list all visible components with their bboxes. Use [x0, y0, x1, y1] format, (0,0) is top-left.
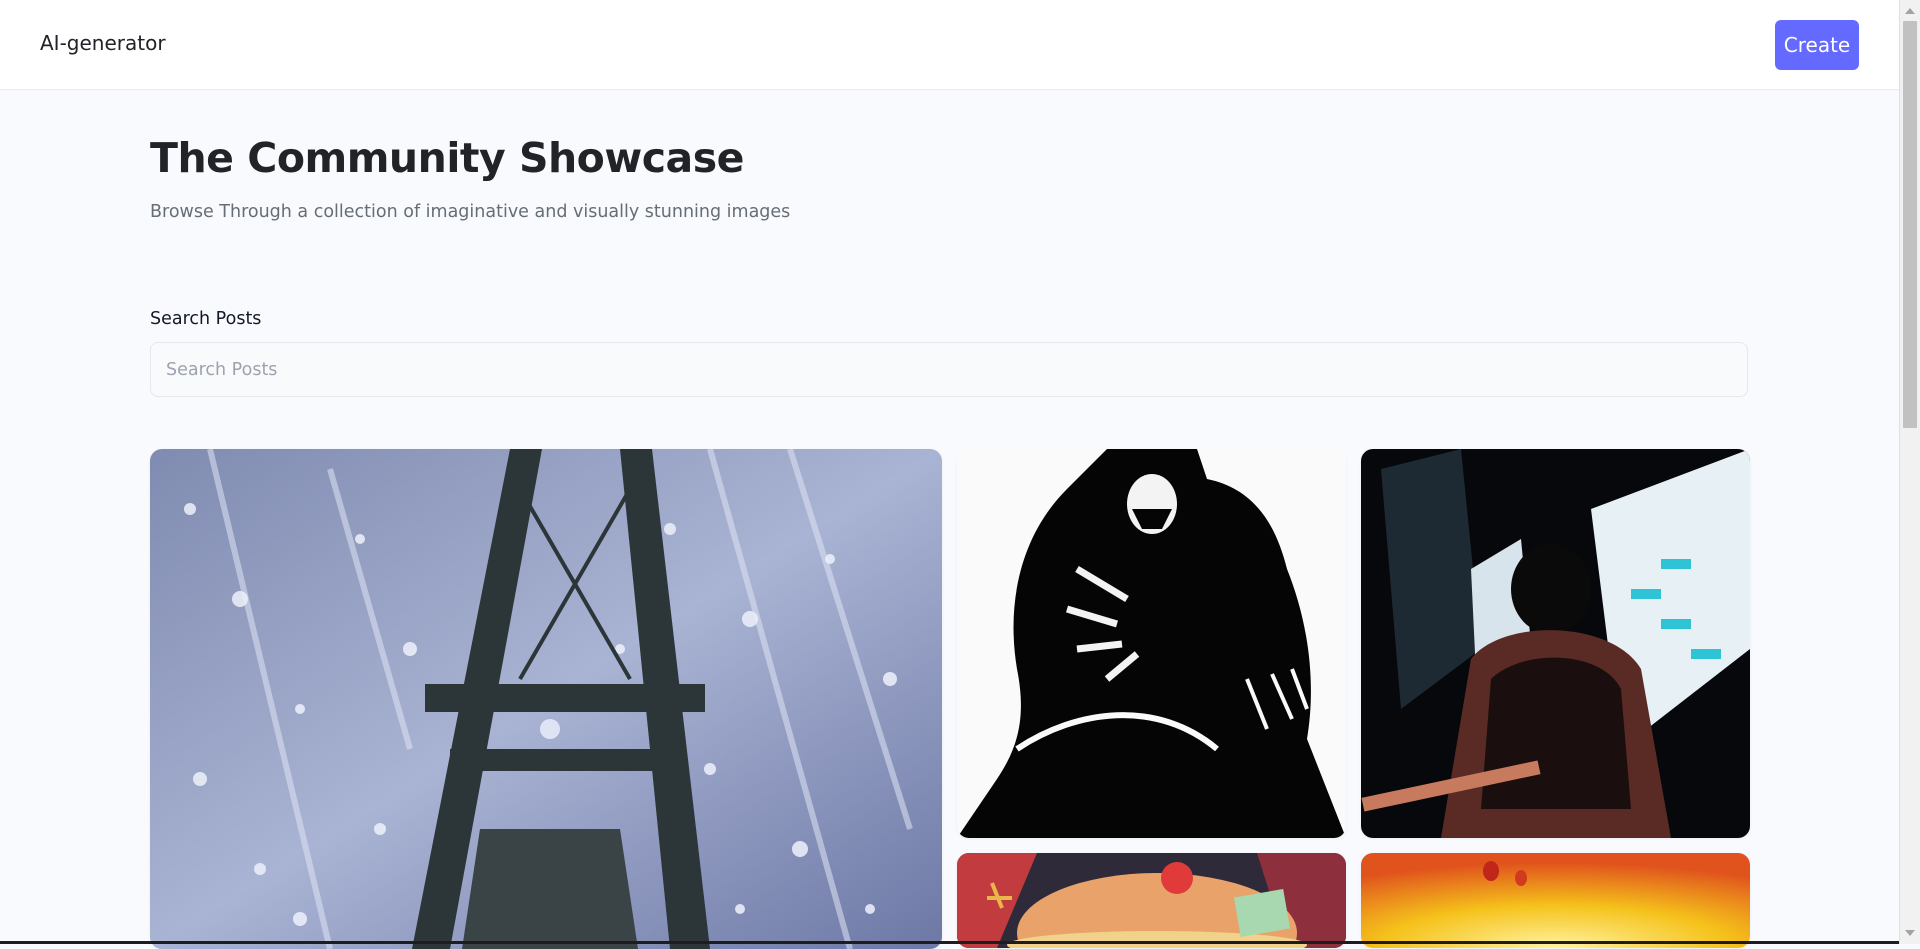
search-input[interactable]: [150, 342, 1748, 397]
gallery-image-tower: [150, 449, 942, 949]
top-navbar: AI-generator Create: [0, 0, 1899, 90]
logo[interactable]: AI-generator: [40, 31, 166, 55]
scroll-down-arrow-icon[interactable]: [1905, 930, 1915, 936]
gallery-image-creature: [957, 449, 1346, 838]
gallery-card[interactable]: [1361, 853, 1750, 948]
gallery-image-burger: [957, 853, 1346, 948]
page-subtitle: Browse Through a collection of imaginati…: [150, 202, 791, 222]
gallery-image-glow: [1361, 853, 1750, 948]
search-label: Search Posts: [150, 309, 262, 329]
create-button[interactable]: Create: [1775, 20, 1859, 70]
page-title: The Community Showcase: [150, 134, 744, 182]
gallery-card[interactable]: [1361, 449, 1750, 838]
vertical-scrollbar[interactable]: [1899, 0, 1920, 944]
gallery-card[interactable]: [957, 853, 1346, 948]
scrollbar-thumb[interactable]: [1903, 21, 1917, 428]
scroll-up-arrow-icon[interactable]: [1905, 8, 1915, 14]
gallery-card[interactable]: [957, 449, 1346, 838]
gallery-card[interactable]: [150, 449, 942, 949]
gallery-image-city: [1361, 449, 1750, 838]
